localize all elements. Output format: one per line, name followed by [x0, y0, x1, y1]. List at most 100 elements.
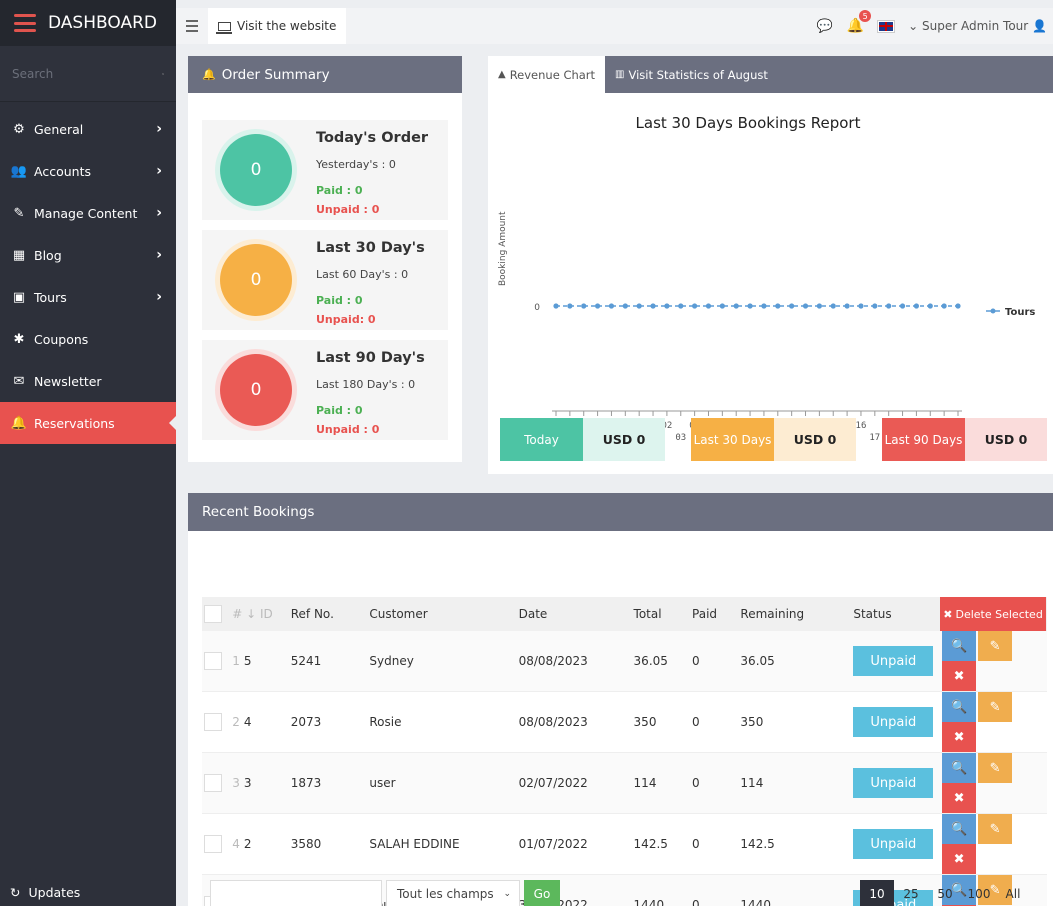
- delete-icon[interactable]: ✖: [942, 661, 977, 691]
- column-paid[interactable]: Paid: [692, 597, 741, 631]
- row-total: 1440: [633, 874, 693, 906]
- row-ref: 2073: [290, 691, 370, 753]
- sidebar-item-accounts[interactable]: 👥 Accounts ›: [0, 150, 176, 192]
- column-id[interactable]: # ↓ ID: [232, 597, 291, 631]
- brand[interactable]: DASHBOARD: [0, 0, 176, 46]
- topbar-right: 💬 🔔 5 ⌄ Super Admin Tour 👤: [817, 10, 1053, 34]
- edit-icon[interactable]: ✎: [978, 753, 1013, 783]
- data-point: [608, 303, 615, 309]
- user-name: Super Admin Tour: [922, 19, 1029, 33]
- row-remaining: 142.5: [740, 813, 854, 875]
- user-menu[interactable]: ⌄ Super Admin Tour 👤: [908, 19, 1047, 33]
- page-size-25[interactable]: 25: [894, 880, 928, 906]
- revenue-total-label: Last 90 Days: [882, 418, 965, 461]
- visit-website-link[interactable]: Visit the website: [208, 8, 347, 44]
- legend-marker: [990, 308, 996, 314]
- view-icon[interactable]: 🔍: [942, 631, 977, 661]
- view-icon[interactable]: 🔍: [942, 814, 977, 844]
- sidebar-item-general[interactable]: ⚙ General ›: [0, 108, 176, 150]
- cogs-icon: ⚙: [13, 121, 25, 137]
- row-id-cell: 24: [232, 691, 291, 753]
- row-checkbox[interactable]: [204, 652, 222, 670]
- status-button[interactable]: Unpaid: [853, 829, 934, 859]
- data-point: [650, 303, 656, 309]
- data-point: [705, 303, 712, 309]
- sidebar-item-label: Blog: [34, 247, 62, 263]
- row-actions: 🔍✎✖: [940, 813, 1047, 875]
- column-ref[interactable]: Ref No.: [290, 597, 370, 631]
- column-total[interactable]: Total: [633, 597, 693, 631]
- status-button[interactable]: Unpaid: [853, 768, 934, 798]
- table-row[interactable]: 2 4 2073 Rosie 08/08/2023 350 0 350 Unpaid 🔍 ✎✖: [202, 691, 1047, 753]
- edit-icon[interactable]: ✎: [978, 692, 1013, 722]
- data-point: [886, 303, 892, 309]
- delete-icon[interactable]: ✖: [942, 844, 977, 874]
- delete-icon[interactable]: ✖: [942, 783, 977, 813]
- tab-revenue-chart[interactable]: ▲ Revenue Chart: [488, 56, 606, 93]
- filter-input[interactable]: [210, 880, 382, 906]
- table-row[interactable]: 1 5 5241 Sydney 08/08/2023 36.05 0 36.05 Unpaid 🔍…: [202, 631, 1047, 692]
- view-icon[interactable]: 🔍: [942, 692, 977, 722]
- row-checkbox[interactable]: [204, 713, 222, 731]
- select-all-checkbox[interactable]: [204, 605, 222, 623]
- page-size-all[interactable]: All: [996, 880, 1030, 906]
- sidebar-item-label: Reservations: [34, 415, 115, 431]
- table-row[interactable]: 4 2 3580 SALAH EDDINE 01/07/2022 142.5 0 142.5 U…: [202, 813, 1047, 875]
- status-button[interactable]: Unpaid: [853, 707, 934, 737]
- page-size-100[interactable]: 100: [962, 880, 996, 906]
- revenue-total: Last 30 Days USD 0: [691, 418, 856, 461]
- view-icon[interactable]: 🔍: [942, 753, 977, 783]
- revenue-total-value: USD 0: [583, 418, 665, 461]
- row-id: 3: [243, 776, 252, 790]
- order-card-previous: Last 60 Day's : 0: [316, 268, 409, 281]
- delete-icon[interactable]: ✖: [942, 722, 977, 752]
- sidebar-item-label: Accounts: [34, 163, 91, 179]
- user-icon: 👤: [1032, 19, 1047, 33]
- delete-selected-button[interactable]: ✖ Delete Selected: [940, 597, 1047, 631]
- go-button[interactable]: Go: [524, 880, 560, 906]
- table-row[interactable]: 3 3 1873 user 02/07/2022 114 0 114 Unpaid 🔍 ✎✖: [202, 752, 1047, 814]
- filter-field-select[interactable]: Tout les champs ⌄: [386, 880, 520, 906]
- chat-icon[interactable]: 💬: [817, 19, 833, 34]
- notifications-bell-icon[interactable]: 🔔 5: [847, 10, 872, 34]
- delete-selected-cell: ✖ Delete Selected: [940, 597, 1047, 631]
- page-size-10[interactable]: 10: [860, 880, 894, 906]
- sidebar-item-coupons[interactable]: ✱ Coupons: [0, 318, 176, 360]
- edit-icon[interactable]: ✎: [978, 814, 1013, 844]
- search-input[interactable]: [12, 66, 162, 81]
- row-remaining: 350: [740, 691, 854, 753]
- row-checkbox[interactable]: [204, 835, 222, 853]
- order-card-unpaid: Unpaid : 0: [316, 423, 380, 436]
- column-remaining[interactable]: Remaining: [740, 597, 854, 631]
- data-point: [899, 303, 906, 309]
- row-checkbox[interactable]: [204, 774, 222, 792]
- order-summary-panel: 🔔 Order Summary 0 Today's Order Yesterday'…: [188, 56, 462, 462]
- topbar: Visit the website 💬 🔔 5 ⌄ Super Admin Tou…: [176, 8, 1053, 44]
- sidebar-item-newsletter[interactable]: ✉ Newsletter: [0, 360, 176, 402]
- sidebar-item-tours[interactable]: ▣ Tours ›: [0, 276, 176, 318]
- column-status[interactable]: Status: [853, 597, 941, 631]
- data-point: [858, 303, 864, 309]
- column-customer[interactable]: Customer: [369, 597, 519, 631]
- page-size-50[interactable]: 50: [928, 880, 962, 906]
- revenue-total-label: Today: [500, 418, 583, 461]
- menu-toggle-icon[interactable]: [176, 8, 208, 44]
- page-size-selector: 10 25 50 100 All: [860, 880, 1030, 906]
- column-date[interactable]: Date: [518, 597, 634, 631]
- search-icon[interactable]: [162, 67, 164, 81]
- chevron-right-icon: ›: [156, 121, 162, 137]
- sidebar-nav: ⚙ General › 👥 Accounts › ✎ Manage Content › ▦ Blog…: [0, 108, 177, 444]
- row-date: 08/08/2023: [518, 631, 634, 692]
- status-button[interactable]: Unpaid: [853, 646, 934, 676]
- row-actions: 🔍✎✖: [940, 752, 1047, 814]
- sidebar-item-reservations[interactable]: 🔔 Reservations: [0, 402, 177, 444]
- sidebar-item-blog[interactable]: ▦ Blog ›: [0, 234, 176, 276]
- close-icon: ✖: [943, 607, 953, 621]
- sidebar-item-manage-content[interactable]: ✎ Manage Content ›: [0, 192, 176, 234]
- sidebar-item-updates[interactable]: ↻ Updates: [0, 878, 176, 906]
- edit-icon[interactable]: ✎: [978, 631, 1013, 661]
- tab-visit-statistics[interactable]: ▥ Visit Statistics of August: [605, 56, 778, 93]
- language-flag-icon[interactable]: [877, 19, 896, 33]
- area-chart-icon: ▲: [498, 69, 506, 80]
- grid-icon: ▦: [12, 247, 26, 263]
